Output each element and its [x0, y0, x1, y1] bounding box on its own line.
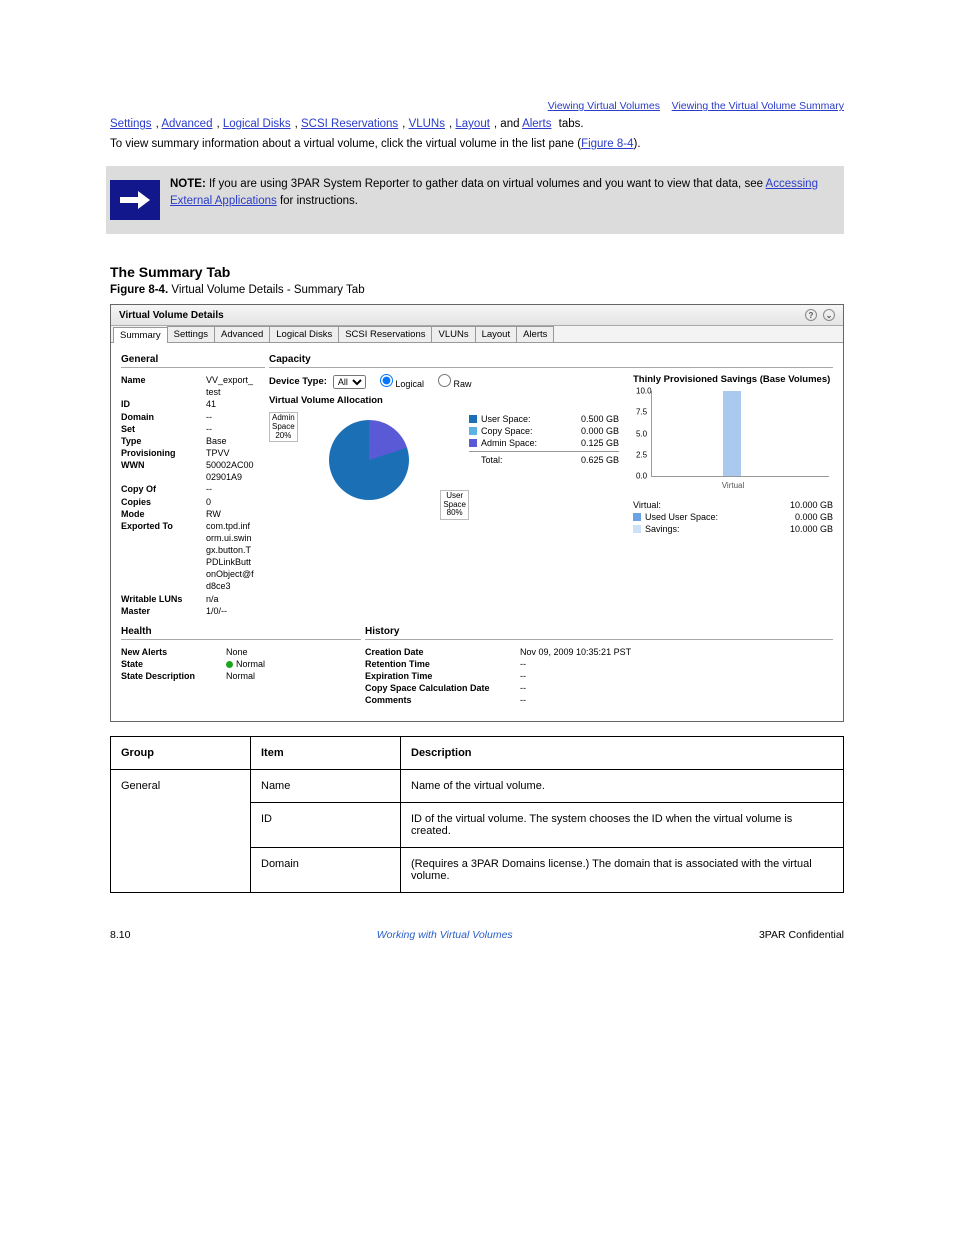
intro-links: Settings, Advanced, Logical Disks, SCSI … — [110, 118, 844, 130]
footer-confidential: 3PAR Confidential — [759, 929, 844, 941]
status-dot-icon — [226, 661, 233, 668]
bar-xlabel: Virtual — [633, 481, 833, 490]
link-settings[interactable]: Settings — [110, 118, 152, 130]
tab-scsi-reservations[interactable]: SCSI Reservations — [338, 326, 432, 342]
kv-row: Comments-- — [365, 694, 833, 706]
page-header: Viewing Virtual Volumes Viewing the Virt… — [110, 100, 844, 112]
radio-raw[interactable]: Raw — [438, 374, 472, 389]
legend-row: User Space:0.500 GB — [469, 414, 619, 424]
kv-row: Copy Of-- — [121, 483, 265, 495]
header-link-2[interactable]: Viewing the Virtual Volume Summary — [672, 100, 844, 112]
note-text-a: If you are using 3PAR System Reporter to… — [206, 178, 766, 190]
y-tick: 10.0 — [636, 387, 652, 396]
health-title: Health — [121, 623, 361, 640]
kv-row: WWN50002AC0002901A9 — [121, 459, 265, 483]
note-block: NOTE: If you are using 3PAR System Repor… — [106, 166, 844, 234]
figure-ref-link[interactable]: Figure 8-4 — [581, 138, 633, 150]
link-advanced[interactable]: Advanced — [161, 118, 212, 130]
pie-label-user: User Space 80% — [440, 490, 469, 520]
tab-summary[interactable]: Summary — [113, 327, 168, 343]
radio-logical[interactable]: Logical — [380, 374, 424, 389]
kv-row: Expiration Time-- — [365, 670, 833, 682]
intro-tail: tabs. — [559, 118, 584, 130]
titlebar-collapse-icon[interactable]: ⌄ — [823, 309, 835, 321]
vv-details-panel: Virtual Volume Details ? ⌄ Summary Setti… — [110, 304, 844, 722]
kv-row: StateNormal — [121, 658, 361, 670]
kv-row: ID41 — [121, 398, 265, 410]
kv-row: Domain-- — [121, 411, 265, 423]
tabs-row: Summary Settings Advanced Logical Disks … — [111, 326, 843, 343]
pie-chart: Admin Space 20% User Space 80% — [269, 410, 469, 530]
tp-legend: Virtual:10.000 GB Used User Space:0.000 G… — [633, 500, 833, 534]
kv-row: Exported Tocom.tpd.inform.ui.swingx.butt… — [121, 520, 265, 593]
kv-row: Creation DateNov 09, 2009 10:35:21 PST — [365, 646, 833, 658]
kv-row: Copy Space Calculation Date-- — [365, 682, 833, 694]
kv-row: Master1/0/-- — [121, 605, 265, 617]
tp-legend-row: Virtual:10.000 GB — [633, 500, 833, 510]
link-layout[interactable]: Layout — [455, 118, 490, 130]
kv-row: Writable LUNsn/a — [121, 593, 265, 605]
general-title: General — [121, 351, 265, 368]
tab-settings[interactable]: Settings — [167, 326, 215, 342]
kv-row: New AlertsNone — [121, 646, 361, 658]
capacity-title: Capacity — [269, 351, 833, 368]
y-tick: 2.5 — [636, 450, 647, 459]
header-link-1[interactable]: Viewing Virtual Volumes — [548, 100, 660, 112]
y-tick: 5.0 — [636, 429, 647, 438]
kv-row: TypeBase — [121, 435, 265, 447]
titlebar-help-icon[interactable]: ? — [805, 309, 817, 321]
y-tick: 0.0 — [636, 472, 647, 481]
footer-chapter: Working with Virtual Volumes — [377, 929, 513, 941]
kv-row: ProvisioningTPVV — [121, 447, 265, 459]
device-type-label: Device Type: — [269, 376, 327, 387]
vva-title: Virtual Volume Allocation — [269, 395, 619, 406]
note-title: NOTE: — [170, 178, 206, 190]
tab-layout[interactable]: Layout — [475, 326, 518, 342]
tp-legend-row: Savings:10.000 GB — [633, 524, 833, 534]
table-row: GeneralNameName of the virtual volume. — [111, 769, 844, 802]
legend-total: Total:0.625 GB — [469, 451, 619, 465]
tab-logical-disks[interactable]: Logical Disks — [269, 326, 339, 342]
page-footer: 8.10 Working with Virtual Volumes 3PAR C… — [110, 929, 844, 941]
kv-row: ModeRW — [121, 508, 265, 520]
pie-label-admin: Admin Space 20% — [269, 412, 298, 442]
link-vluns[interactable]: VLUNs — [409, 118, 445, 130]
note-arrow-icon — [110, 180, 160, 220]
link-alerts[interactable]: Alerts — [522, 118, 551, 130]
th-item: Item — [251, 736, 401, 769]
section-title: The Summary Tab — [110, 264, 844, 280]
th-group: Group — [111, 736, 251, 769]
th-description: Description — [401, 736, 844, 769]
legend-row: Admin Space:0.125 GB — [469, 438, 619, 448]
body-text-1: To view summary information about a virt… — [110, 136, 844, 152]
legend-row: Copy Space:0.000 GB — [469, 426, 619, 436]
tp-legend-row: Used User Space:0.000 GB — [633, 512, 833, 522]
figure-caption: Figure 8-4. Virtual Volume Details - Sum… — [110, 284, 844, 296]
tab-advanced[interactable]: Advanced — [214, 326, 270, 342]
bar-chart: 10.07.55.02.50.0 — [651, 391, 829, 477]
kv-row: NameVV_export_test — [121, 374, 265, 398]
tp-title: Thinly Provisioned Savings (Base Volumes… — [633, 374, 833, 385]
kv-row: Retention Time-- — [365, 658, 833, 670]
tab-alerts[interactable]: Alerts — [516, 326, 554, 342]
note-text-b: for instructions. — [277, 195, 358, 207]
pie-legend: User Space:0.500 GB Copy Space:0.000 GB Ad… — [469, 410, 619, 530]
kv-row: Copies0 — [121, 496, 265, 508]
description-table: Group Item Description GeneralNameName o… — [110, 736, 844, 893]
device-type-select[interactable]: All — [333, 375, 366, 389]
panel-title: Virtual Volume Details — [119, 310, 224, 321]
kv-row: Set-- — [121, 423, 265, 435]
history-title: History — [365, 623, 833, 640]
kv-row: State DescriptionNormal — [121, 670, 361, 682]
tab-vluns[interactable]: VLUNs — [431, 326, 475, 342]
link-scsi-reservations[interactable]: SCSI Reservations — [301, 118, 398, 130]
footer-page-num: 8.10 — [110, 929, 130, 941]
link-logical-disks[interactable]: Logical Disks — [223, 118, 291, 130]
y-tick: 7.5 — [636, 408, 647, 417]
